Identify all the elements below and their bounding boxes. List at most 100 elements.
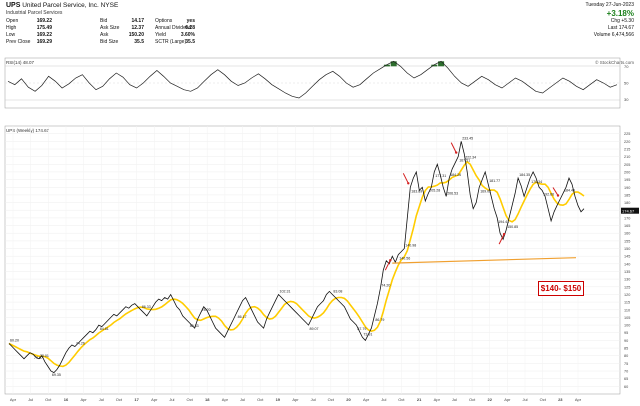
price-x-tick-label: 19 (276, 397, 281, 402)
price-annotation: 184.26 (450, 173, 461, 177)
price-annotation: 89.07 (310, 327, 319, 331)
rsi-tick-label: 70 (624, 64, 629, 69)
price-x-tick-label: Apr (434, 397, 441, 402)
red-arrowhead (556, 194, 560, 197)
price-tick-label: 155 (624, 239, 630, 243)
price-tick-label: 80 (624, 354, 628, 358)
price-x-tick-label: Apr (504, 397, 511, 402)
price-grid (5, 126, 620, 394)
price-annotation: 184.49 (564, 188, 575, 192)
price-annotation: 86.33 (142, 305, 151, 309)
price-x-tick-label: Jul (99, 397, 104, 402)
price-annotation: 184.35 (519, 173, 530, 177)
rsi-series-line (7, 60, 618, 99)
price-annotation: 140.56 (399, 257, 410, 261)
price-tick-label: 120 (624, 293, 630, 297)
price-annotation: 73.01 (40, 354, 49, 358)
price-x-tick-label: Jul (311, 397, 316, 402)
price-tick-label: 70 (624, 370, 628, 374)
price-tick-label: 165 (624, 224, 630, 228)
price-tick-label: 135 (624, 270, 630, 274)
price-x-tick-label: Apr (575, 397, 582, 402)
support-trendline (392, 257, 577, 264)
price-annotation: 192.66 (543, 192, 554, 196)
price-tick-label: 150 (624, 247, 630, 251)
red-arrow (450, 142, 457, 153)
price-x-tick-label: Oct (45, 397, 52, 402)
price-annotation: 78.20 (202, 308, 211, 312)
price-tick-label: 210 (624, 155, 630, 159)
price-x-tick-label: Apr (10, 397, 17, 402)
price-y-ticks: 60 65 70 75 80 85 90 95 100 105 110 115 120 125 130 135… (624, 132, 630, 389)
price-tick-label: 170 (624, 216, 630, 220)
red-arrowhead (407, 182, 410, 185)
price-tick-label: 220 (624, 140, 630, 144)
price-x-tick-label: 23 (558, 397, 563, 402)
price-x-tick-label: Jul (28, 397, 33, 402)
price-annotation: 86.17 (238, 315, 247, 319)
price-tick-label: 205 (624, 163, 630, 167)
price-tag-value: 174.67 (622, 209, 635, 214)
price-tick-label: 200 (624, 170, 630, 174)
price-tick-label: 110 (624, 308, 630, 312)
price-annotation: 181.77 (489, 179, 500, 183)
price-annotation: 205.28 (429, 188, 440, 192)
last-price-tag: 174.67 (621, 207, 639, 214)
red-arrowhead (389, 259, 392, 262)
price-x-tick-label: Oct (398, 397, 405, 402)
price-tick-label: 60 (624, 385, 628, 389)
support-zone-label: $140- $150 (538, 281, 584, 296)
price-x-tick-label: Oct (257, 397, 264, 402)
price-x-tick-label: Jul (240, 397, 245, 402)
rsi-y-ticks: 30 50 70 (624, 64, 629, 102)
price-x-tick-label: 21 (417, 397, 422, 402)
price-x-tick-label: Jul (452, 397, 457, 402)
rsi-tick-label: 50 (624, 81, 629, 86)
price-tick-label: 130 (624, 278, 630, 282)
price-x-tick-label: 22 (487, 397, 492, 402)
price-tick-label: 100 (624, 324, 630, 328)
price-annotation: 183.89 (411, 189, 422, 193)
price-tick-label: 140 (624, 262, 630, 266)
price-tick-label: 145 (624, 255, 630, 259)
price-annotation: 60.20 (10, 339, 19, 343)
price-tick-label: 125 (624, 285, 630, 289)
price-x-tick-label: Oct (328, 397, 335, 402)
price-x-tick-label: Apr (222, 397, 229, 402)
price-series-line (8, 141, 585, 374)
price-annotation: 140.98 (405, 244, 416, 248)
price-tick-label: 65 (624, 377, 628, 381)
price-tick-label: 95 (624, 331, 628, 335)
price-tick-label: 85 (624, 347, 628, 351)
price-annotation: 87.79 (357, 327, 366, 331)
price-tick-label: 215 (624, 148, 630, 152)
price-x-tick-label: 16 (64, 397, 69, 402)
price-tick-label: 160 (624, 232, 630, 236)
price-x-tick-label: Apr (292, 397, 299, 402)
price-x-tick-label: Apr (363, 397, 370, 402)
price-annotation: 170.34 (531, 180, 542, 184)
price-annotation: 74.20 (381, 283, 390, 287)
rsi-tick-label: 30 (624, 97, 629, 102)
price-annotations: 60.2073.6773.0169.3574.2684.8186.3380.33… (10, 136, 575, 377)
price-annotation: 102.31 (280, 290, 291, 294)
price-annotation: 233.45 (462, 136, 473, 140)
price-annotation: 169.02 (480, 189, 491, 193)
price-x-tick-label: Oct (540, 397, 547, 402)
moving-average-line (8, 160, 585, 368)
price-x-tick-label: Oct (186, 397, 193, 402)
price-tick-label: 115 (624, 301, 630, 305)
price-annotation: 83.08 (333, 290, 342, 294)
price-x-tick-label: 17 (134, 397, 139, 402)
price-annotation: 74.26 (76, 342, 85, 346)
price-frame (4, 125, 621, 395)
price-annotation: 222.34 (465, 156, 476, 160)
price-x-ticks: Apr Jul Oct 16 Apr Jul Oct 17 Apr Jul Oct 18 Apr Jul O… (10, 397, 582, 402)
red-arrow (402, 173, 409, 184)
price-tick-label: 185 (624, 193, 630, 197)
price-annotation: 69.35 (52, 373, 61, 377)
price-annotation: 86.79 (375, 318, 384, 322)
price-annotation: 177.31 (435, 174, 446, 178)
price-x-tick-label: Apr (151, 397, 158, 402)
price-tick-label: 180 (624, 201, 630, 205)
